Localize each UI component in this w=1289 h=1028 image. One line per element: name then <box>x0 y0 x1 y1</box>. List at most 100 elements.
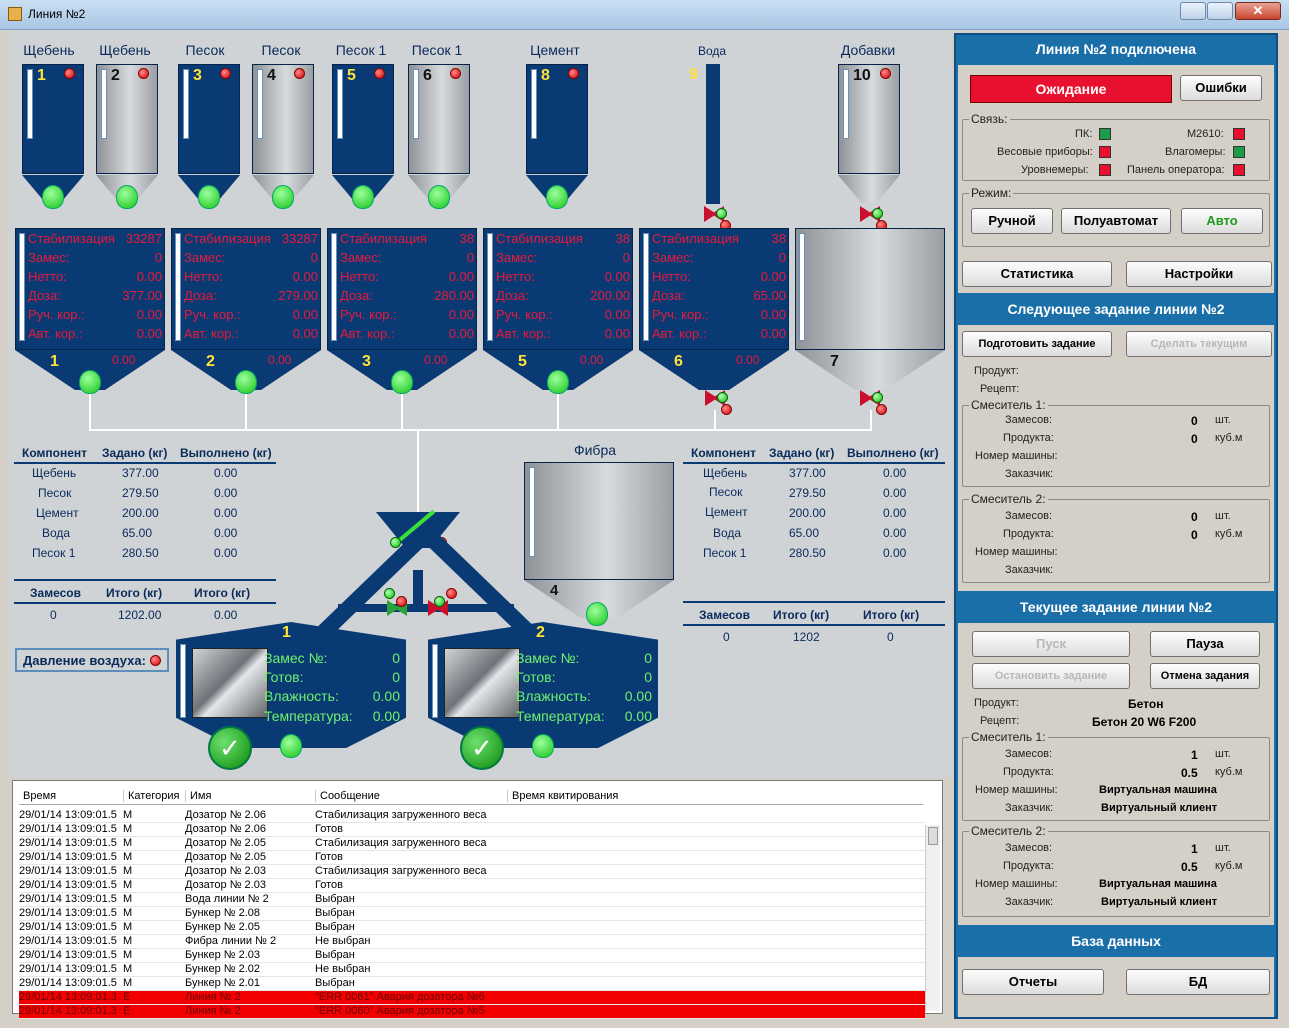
zames-label: Замесов: <box>1005 842 1053 854</box>
gate-indicator-icon[interactable] <box>79 370 101 394</box>
log-row[interactable]: 29/01/14 13:09:01.5 M Бункер № 2.03 Выбран <box>19 949 925 963</box>
log-row[interactable]: 29/01/14 13:09:01.5 M Дозатор № 2.05 Готов <box>19 851 925 865</box>
log-cell-cat: E <box>123 1005 131 1017</box>
mode-manual-button[interactable]: Ручной <box>971 208 1053 234</box>
minimize-button[interactable] <box>1180 2 1206 20</box>
gate-indicator-icon[interactable] <box>116 185 138 209</box>
mixer1-ready-check-icon[interactable]: ✓ <box>208 726 252 770</box>
log-row[interactable]: 29/01/14 13:09:01.5 M Дозатор № 2.06 Готов <box>19 823 925 837</box>
mixer-gate-icon[interactable] <box>280 734 302 758</box>
log-row[interactable]: 29/01/14 13:09:01.5 M Дозатор № 2.03 Готов <box>19 879 925 893</box>
log-cell-cat: M <box>123 949 133 961</box>
settings-button[interactable]: Настройки <box>1126 261 1272 287</box>
gate-indicator-icon[interactable] <box>391 370 413 394</box>
hopper-doza-label: Доза: <box>496 288 529 303</box>
hopper-stab-label: Стабилизация <box>28 231 115 246</box>
log-row[interactable]: 29/01/14 13:09:01.5 M Дозатор № 2.06 Стабил… <box>19 809 925 823</box>
silo-8[interactable]: 8 <box>526 64 588 203</box>
hopper-stab-value: 33287 <box>281 231 318 246</box>
weigh-hopper-5[interactable]: Стабилизация 38 Замес: 0 Нетто: 0.00 Доза: 2… <box>483 228 633 390</box>
gate-indicator-icon[interactable] <box>198 185 220 209</box>
gate-indicator-icon[interactable] <box>547 370 569 394</box>
db-button[interactable]: БД <box>1126 969 1270 995</box>
hopper-stab-value: 38 <box>771 231 786 246</box>
log-row[interactable]: 29/01/14 13:09:01.5 M Фибра линии № 2 Не вы… <box>19 935 925 949</box>
conn-label: Влагомеры: <box>1165 146 1226 158</box>
mixer-2[interactable]: 2 Замес №: 0 Готов: 0 Влажность: 0.00 Темпе… <box>428 622 658 748</box>
log-col-name[interactable]: Имя <box>185 790 211 802</box>
log-row[interactable]: 29/01/14 13:09:01.5 M Дозатор № 2.05 Стабил… <box>19 837 925 851</box>
hopper-stab-label: Стабилизация <box>652 231 739 246</box>
air-pressure-indicator: Давление воздуха: <box>15 648 169 672</box>
silo-4[interactable]: 4 <box>252 64 314 203</box>
gate-indicator-icon[interactable] <box>235 370 257 394</box>
weigh-hopper-1[interactable]: Стабилизация 33287 Замес: 0 Нетто: 0.00 Доз… <box>15 228 165 390</box>
maximize-button[interactable] <box>1207 2 1233 20</box>
silo-alarm-led <box>138 68 149 79</box>
log-col-time[interactable]: Время <box>19 790 56 802</box>
log-row[interactable]: 29/01/14 13:09:01.5 M Дозатор № 2.03 Стабил… <box>19 865 925 879</box>
gate-indicator-icon[interactable] <box>42 185 64 209</box>
log-row[interactable]: 29/01/14 13:09:01.5 M Вода линии № 2 Выбран <box>19 893 925 907</box>
log-cell-time: 29/01/14 13:09:01.5 <box>19 823 117 835</box>
silo-3[interactable]: 3 <box>178 64 240 203</box>
produkta-label: Продукта: <box>1003 432 1054 444</box>
hopper-number: 1 <box>50 353 59 370</box>
weigh-hopper-6[interactable]: Стабилизация 38 Замес: 0 Нетто: 0.00 Доза: 6… <box>639 228 789 390</box>
gate-indicator-icon[interactable] <box>428 185 450 209</box>
close-button[interactable]: ✕ <box>1235 2 1281 20</box>
log-col-category[interactable]: Категория <box>123 790 179 802</box>
make-current-button[interactable]: Сделать текущим <box>1126 331 1272 357</box>
weigh-hopper-7[interactable]: 7 <box>795 228 945 390</box>
mixer2-ready-check-icon[interactable]: ✓ <box>460 726 504 770</box>
pause-button[interactable]: Пауза <box>1150 631 1260 657</box>
log-row[interactable]: 29/01/14 13:09:01.5 M Бункер № 2.01 Выбран <box>19 977 925 991</box>
silo-2[interactable]: 2 <box>96 64 158 203</box>
errors-button[interactable]: Ошибки <box>1180 75 1262 101</box>
hopper-doza-label: Доза: <box>28 288 61 303</box>
mode-semiauto-button[interactable]: Полуавтомат <box>1061 208 1171 234</box>
log-row[interactable]: 29/01/14 13:09:01.3 E Линия № 2 "ERR 0060" … <box>19 1005 925 1019</box>
gate-indicator-icon[interactable] <box>352 185 374 209</box>
gate-indicator-icon[interactable] <box>272 185 294 209</box>
log-row[interactable]: 29/01/14 13:09:01.5 M Бункер № 2.05 Выбран <box>19 921 925 935</box>
log-scrollbar[interactable] <box>925 825 940 1011</box>
weigh-hopper-2[interactable]: Стабилизация 33287 Замес: 0 Нетто: 0.00 Доз… <box>171 228 321 390</box>
log-col-ack[interactable]: Время квитирования <box>507 790 618 802</box>
log-col-message[interactable]: Сообщение <box>315 790 380 802</box>
gate-indicator-icon[interactable] <box>546 185 568 209</box>
silo-6[interactable]: 6 <box>408 64 470 203</box>
log-cell-cat: M <box>123 977 133 989</box>
start-button[interactable]: Пуск <box>972 631 1130 657</box>
weigh-hopper-3[interactable]: Стабилизация 38 Замес: 0 Нетто: 0.00 Доза: 2… <box>327 228 477 390</box>
mixer-1[interactable]: 1 Замес №: 0 Готов: 0 Влажность: 0.00 Темпе… <box>176 622 406 748</box>
mixer-temp-value: 0.00 <box>624 708 652 724</box>
event-log[interactable]: Время Категория Имя Сообщение Время квит… <box>12 780 943 1019</box>
produkta-label: Продукта: <box>1003 860 1054 872</box>
log-cell-name: Дозатор № 2.06 <box>185 823 266 835</box>
machine-value: Виртуальная машина <box>1099 878 1217 890</box>
hopper-ruch-value: 0.00 <box>604 307 630 322</box>
silo-10[interactable]: 10 <box>838 64 900 203</box>
prepare-task-button[interactable]: Подготовить задание <box>962 331 1112 357</box>
reports-button[interactable]: Отчеты <box>962 969 1104 995</box>
mode-auto-button[interactable]: Авто <box>1181 208 1263 234</box>
log-row[interactable]: 29/01/14 13:09:01.5 M Бункер № 2.08 Выбран <box>19 907 925 921</box>
product-value: Бетон <box>1128 697 1164 711</box>
current-task-section: Пуск Пауза Остановить задание Отмена зад… <box>958 623 1274 925</box>
silo-5[interactable]: 5 <box>332 64 394 203</box>
silo-1[interactable]: 1 <box>22 64 84 203</box>
fibra-silo[interactable] <box>524 462 674 618</box>
table-cell: Вода <box>42 526 71 540</box>
hopper-stab-label: Стабилизация <box>496 231 583 246</box>
log-cell-cat: M <box>123 837 133 849</box>
col-header: Итого (кг) <box>106 586 163 600</box>
mixer-gate-icon[interactable] <box>532 734 554 758</box>
cancel-task-button[interactable]: Отмена задания <box>1150 663 1260 689</box>
statistics-button[interactable]: Статистика <box>962 261 1112 287</box>
log-cell-name: Линия № 2 <box>185 1005 241 1017</box>
log-row[interactable]: 29/01/14 13:09:01.5 M Бункер № 2.02 Не выбр… <box>19 963 925 977</box>
gate-indicator-icon[interactable] <box>586 602 608 626</box>
stop-task-button[interactable]: Остановить задание <box>972 663 1130 689</box>
log-row[interactable]: 29/01/14 13:09:01.3 E Линия № 2 "ERR 0061" … <box>19 991 925 1005</box>
